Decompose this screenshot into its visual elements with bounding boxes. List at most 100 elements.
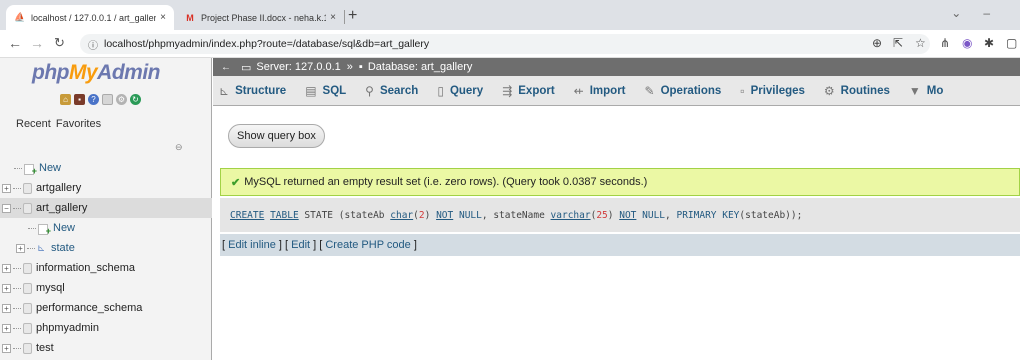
extension-circle-icon[interactable]: ◉ <box>962 36 972 50</box>
sql-keyword[interactable]: CREATE <box>230 210 264 221</box>
home-icon[interactable]: ⌂ <box>60 94 71 105</box>
database-icon <box>23 282 32 294</box>
sql-keyword[interactable]: NOT <box>436 210 453 221</box>
sql-keyword: NULL <box>458 209 482 221</box>
tab-export[interactable]: ⇶ Export <box>502 84 554 98</box>
tree-item-information-schema[interactable]: + information_schema <box>0 258 212 278</box>
query-window-icon[interactable]: ? <box>88 94 99 105</box>
create-php-code-link[interactable]: Create PHP code <box>325 239 410 251</box>
tree-item-label: performance_schema <box>36 302 143 314</box>
sql-keyword: NULL <box>642 209 666 221</box>
tab-favorites[interactable]: Favorites <box>56 118 101 130</box>
tab-routines[interactable]: ⚙ Routines <box>824 84 890 98</box>
share-icon[interactable]: ⇱ <box>893 36 903 50</box>
tab-label: Structure <box>235 84 287 97</box>
tab-structure[interactable]: ⊾ Structure <box>219 84 286 98</box>
extensions-puzzle-icon[interactable]: ✱ <box>984 36 994 50</box>
new-tab-button[interactable]: + <box>348 7 357 25</box>
sql-identifier: stateAb <box>344 209 385 221</box>
tree-item-artgallery[interactable]: + artgallery <box>0 178 212 198</box>
sql-keyword[interactable]: NOT <box>619 210 636 221</box>
operations-icon: ✎ <box>644 83 655 98</box>
sql-keyword: PRIMARY KEY <box>676 209 740 221</box>
breadcrumb-server[interactable]: Server: 127.0.0.1 <box>256 61 340 73</box>
tree-item-art-gallery[interactable]: − art_gallery <box>0 198 212 218</box>
privileges-icon: ▫ <box>740 83 745 98</box>
site-info-icon[interactable]: ⓘ <box>88 37 98 52</box>
expand-icon[interactable]: + <box>2 303 11 313</box>
tab-privileges[interactable]: ▫ Privileges <box>740 84 805 98</box>
tab-label: Query <box>449 84 484 97</box>
collapse-arrow-icon[interactable]: ← <box>221 62 231 73</box>
tab-sql[interactable]: ▤ SQL <box>305 84 346 98</box>
expand-icon[interactable]: + <box>2 323 11 333</box>
reload-icon[interactable]: ↻ <box>54 35 65 51</box>
browser-tab-phpmyadmin[interactable]: ⛵ localhost / 127.0.0.1 / art_gallery × <box>6 5 174 30</box>
tab-recent[interactable]: Recent <box>16 118 51 130</box>
breadcrumb-database[interactable]: Database: art_gallery <box>368 61 473 73</box>
tree-item-label: artgallery <box>36 182 82 194</box>
logo-admin: Admin <box>97 61 160 84</box>
tab-separator <box>344 10 345 24</box>
docs-icon[interactable] <box>102 94 113 105</box>
more-icon: ▼ <box>908 83 921 98</box>
main-tabs: ⊾ Structure ▤ SQL ⚲ Search ▯ Query ⇶ Export ⇷… <box>213 76 1020 106</box>
browser-toolbar: ← → ↻ ⓘ localhost/phpmyadmin/index.php?r… <box>0 30 1020 58</box>
tree-item-new-table[interactable]: New <box>0 218 212 238</box>
zoom-icon[interactable]: ⊕ <box>872 36 882 50</box>
expand-icon[interactable]: + <box>2 263 11 273</box>
expand-icon[interactable]: + <box>2 343 11 353</box>
phpmyadmin-logo[interactable]: phpMyAdmin <box>32 61 160 85</box>
query-icon: ▯ <box>437 83 444 98</box>
tree-item-mysql[interactable]: + mysql <box>0 278 212 298</box>
link-with-main-icon[interactable]: ⊖ <box>175 142 183 153</box>
tab-search[interactable]: ⚲ Search <box>365 84 418 98</box>
tree-item-phpmyadmin[interactable]: + phpmyadmin <box>0 318 212 338</box>
tree-item-test[interactable]: + test <box>0 338 212 358</box>
server-icon: ▭ <box>241 61 252 74</box>
sql-keyword[interactable]: TABLE <box>270 210 299 221</box>
settings-gear-icon[interactable]: ⚙ <box>116 94 127 105</box>
exit-icon[interactable]: ▪ <box>74 94 85 105</box>
extension-icon[interactable]: ⋔ <box>940 36 950 50</box>
forward-icon[interactable]: → <box>30 35 44 51</box>
tree-item-state[interactable]: + ⊾ state <box>0 238 212 258</box>
side-panel-icon[interactable]: ▢ <box>1006 36 1017 50</box>
table-structure-icon: ⊾ <box>37 242 46 254</box>
address-bar[interactable]: ⓘ localhost/phpmyadmin/index.php?route=/… <box>80 34 930 54</box>
expand-icon[interactable]: + <box>2 283 11 293</box>
window-controls[interactable]: ⌄– <box>951 6 1012 20</box>
edit-inline-link[interactable]: Edit inline <box>228 239 276 251</box>
browser-tab-gmail[interactable]: M Project Phase II.docx - neha.k.16 × <box>176 5 344 30</box>
close-tab-icon[interactable]: × <box>160 12 166 23</box>
sql-number: 25 <box>596 209 608 221</box>
export-icon: ⇶ <box>502 83 513 98</box>
success-message-text: MySQL returned an empty result set (i.e.… <box>244 176 648 188</box>
show-query-box-button[interactable]: Show query box <box>228 124 325 148</box>
sql-keyword[interactable]: varchar <box>551 210 591 221</box>
database-icon: ▪ <box>358 61 363 73</box>
main-panel: ← ▭ Server: 127.0.0.1 » ▪ Database: art_… <box>213 58 1020 360</box>
tree-item-performance-schema[interactable]: + performance_schema <box>0 298 212 318</box>
tab-label: Search <box>379 84 419 97</box>
sql-number: 2 <box>418 209 425 221</box>
edit-link[interactable]: Edit <box>291 239 310 251</box>
bookmark-star-icon[interactable]: ☆ <box>915 36 926 50</box>
sql-keyword[interactable]: char <box>390 210 413 221</box>
logo-php: php <box>32 61 69 84</box>
database-icon <box>23 262 32 274</box>
tree-item-new[interactable]: New <box>0 158 212 178</box>
browser-tab-strip: ⛵ localhost / 127.0.0.1 / art_gallery × … <box>0 0 1020 30</box>
tab-operations[interactable]: ✎ Operations <box>645 84 722 98</box>
breadcrumb-separator: » <box>346 61 353 73</box>
back-icon[interactable]: ← <box>8 35 22 51</box>
expand-icon[interactable]: + <box>2 183 11 193</box>
reload-navigation-icon[interactable]: ↻ <box>130 94 141 105</box>
tab-more[interactable]: ▼ Mo <box>909 84 944 98</box>
tab-query[interactable]: ▯ Query <box>437 84 483 98</box>
tab-import[interactable]: ⇷ Import <box>574 84 626 98</box>
expand-icon[interactable]: + <box>16 243 25 253</box>
collapse-icon[interactable]: − <box>2 203 11 213</box>
close-tab-icon[interactable]: × <box>330 12 336 23</box>
database-tree: New + artgallery − art_gallery New + ⊾ s… <box>0 158 212 358</box>
